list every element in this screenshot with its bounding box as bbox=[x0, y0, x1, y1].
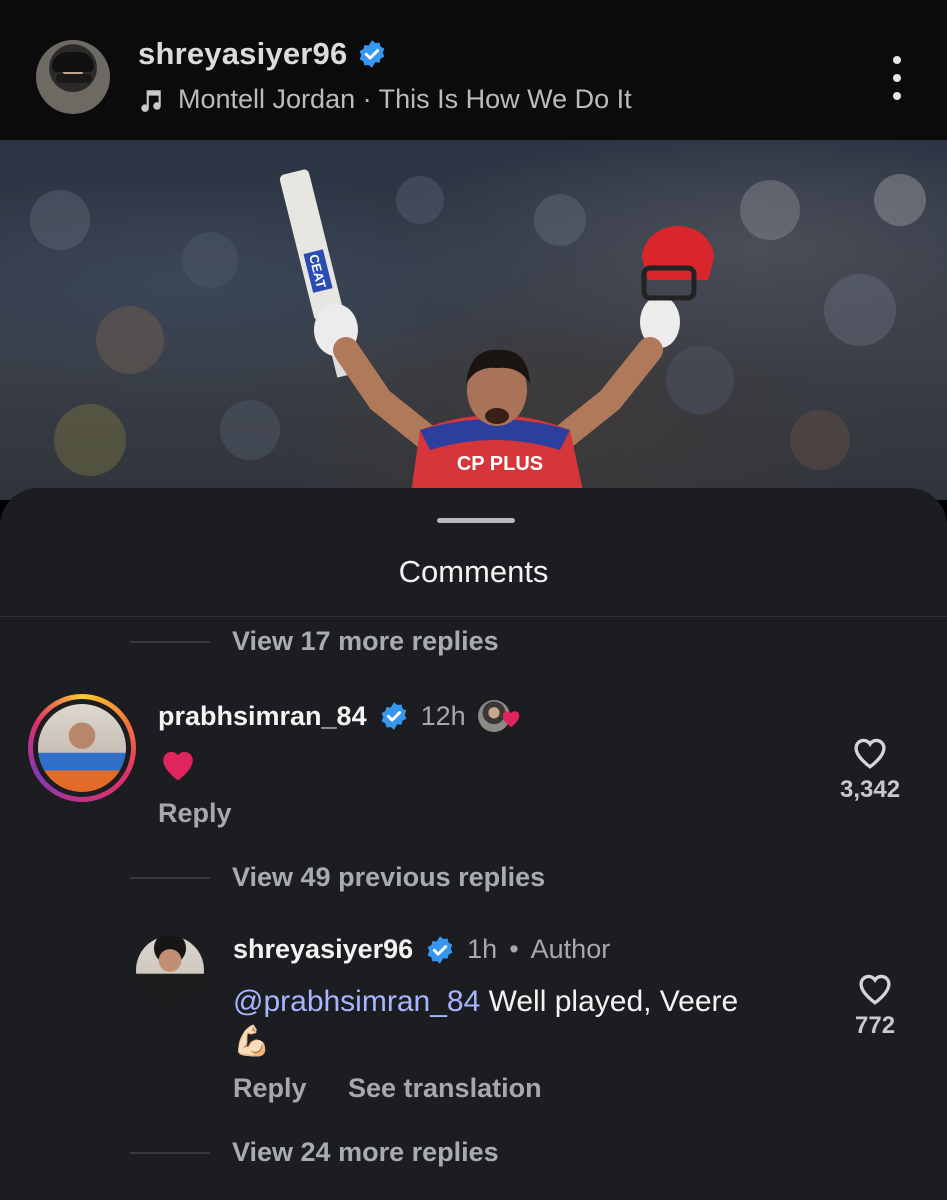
thread-line bbox=[130, 640, 210, 643]
comment-time: 12h bbox=[420, 700, 466, 731]
reply-text-value: Well played, Veere bbox=[480, 985, 739, 1018]
music-note-icon bbox=[141, 89, 161, 112]
comment-like-count: 3,342 bbox=[840, 776, 901, 803]
heart-outline-icon[interactable] bbox=[855, 970, 895, 1006]
reply-username[interactable]: shreyasiyer96 bbox=[233, 934, 413, 965]
story-ring[interactable] bbox=[28, 694, 136, 802]
helmet bbox=[641, 226, 714, 301]
view-more-replies-bottom[interactable]: View 24 more replies bbox=[130, 1137, 499, 1168]
commenter-username[interactable]: prabhsimran_84 bbox=[158, 701, 367, 732]
comment-header: prabhsimran_84 12h bbox=[158, 698, 526, 734]
red-heart-icon bbox=[502, 711, 519, 728]
reply-header: shreyasiyer96 1h • Author bbox=[233, 934, 610, 965]
reply-reply-button[interactable]: Reply bbox=[233, 1073, 307, 1104]
heart-outline-icon[interactable] bbox=[850, 734, 890, 770]
post-author-avatar[interactable] bbox=[36, 40, 110, 114]
more-options-icon[interactable] bbox=[877, 56, 917, 100]
view-previous-replies[interactable]: View 49 previous replies bbox=[130, 862, 545, 893]
post-author[interactable]: shreyasiyer96 bbox=[138, 36, 387, 72]
reply-mention[interactable]: @prabhsimran_84 bbox=[233, 985, 480, 1018]
comment-text: ❤️ bbox=[158, 746, 198, 793]
reply-like[interactable]: 772 bbox=[855, 970, 895, 1040]
view-more-replies-label: View 17 more replies bbox=[232, 626, 499, 656]
comment-reply-button[interactable]: Reply bbox=[158, 798, 232, 829]
reply-time: 1h bbox=[467, 934, 498, 964]
sheet-divider bbox=[0, 616, 947, 617]
post-audio[interactable]: Montell Jordan · This Is How We Do It bbox=[138, 84, 632, 115]
jersey-sponsor-text: CP PLUS bbox=[457, 453, 543, 475]
view-more-replies-bottom-label: View 24 more replies bbox=[232, 1137, 499, 1167]
sheet-title: Comments bbox=[398, 554, 549, 589]
view-previous-replies-label: View 49 previous replies bbox=[232, 862, 546, 892]
red-heart-emoji bbox=[163, 751, 193, 781]
flexed-biceps-emoji: 💪🏻 bbox=[233, 1025, 271, 1058]
liked-by-author-indicator bbox=[477, 698, 526, 734]
comments-sheet: Comments View 17 more replies prabhsimra… bbox=[0, 488, 947, 1200]
post-author-username[interactable]: shreyasiyer96 bbox=[138, 36, 347, 72]
author-label: Author bbox=[530, 934, 611, 964]
commenter-avatar[interactable] bbox=[38, 704, 126, 792]
verified-badge-icon bbox=[360, 40, 385, 68]
thread-line bbox=[130, 1151, 210, 1154]
see-translation-button[interactable]: See translation bbox=[348, 1073, 542, 1104]
post-photo: CEAT CP PLUS bbox=[0, 140, 947, 500]
reply-text: @prabhsimran_84 Well played, Veere 💪🏻 bbox=[233, 982, 833, 1062]
view-more-replies-top[interactable]: View 17 more replies bbox=[130, 626, 499, 657]
reply-like-count: 772 bbox=[855, 1012, 896, 1039]
post-header: shreyasiyer96 Montell Jordan · This Is H… bbox=[0, 0, 947, 140]
sheet-drag-handle[interactable] bbox=[437, 518, 515, 523]
verified-badge-icon bbox=[381, 702, 406, 730]
post-audio-label: Montell Jordan · This Is How We Do It bbox=[178, 84, 632, 114]
verified-badge-icon bbox=[427, 935, 453, 964]
meta-separator: • bbox=[509, 934, 519, 964]
thread-line bbox=[130, 876, 210, 879]
comment-like[interactable]: 3,342 bbox=[840, 734, 900, 804]
reply-author-avatar[interactable] bbox=[136, 936, 204, 1004]
